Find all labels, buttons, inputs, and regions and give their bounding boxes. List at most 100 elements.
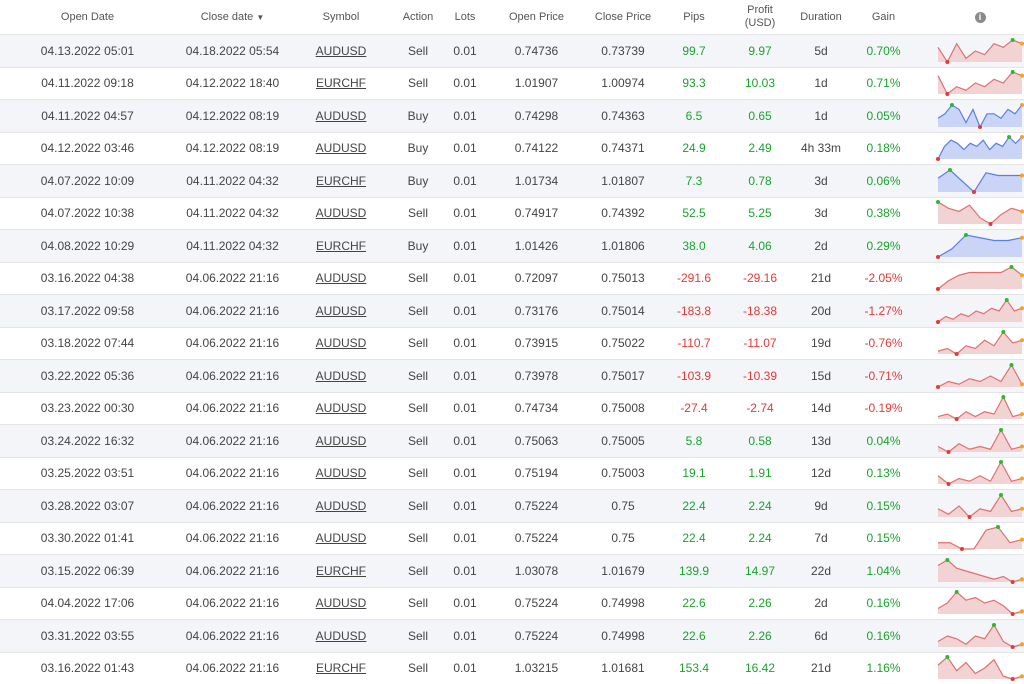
symbol-link[interactable]: EURCHF: [316, 76, 366, 90]
trade-sparkline: [936, 265, 1024, 291]
pips-cell: 22.6: [659, 587, 729, 620]
sparkline-last-marker: [1020, 306, 1024, 310]
sparkline-last-marker: [1020, 236, 1024, 240]
table-row[interactable]: 03.16.2022 04:3804.06.2022 21:16AUDUSDSe…: [0, 262, 1024, 295]
symbol-cell: AUDUSD: [290, 620, 392, 653]
profit-cell: 2.49: [729, 132, 791, 165]
sparkline-area: [938, 430, 1022, 452]
sparkline-last-marker: [1020, 477, 1024, 481]
duration-cell: 21d: [791, 652, 851, 684]
sparkline-last-marker: [1020, 642, 1024, 646]
trade-sparkline: [936, 200, 1024, 226]
info-icon[interactable]: i: [975, 12, 986, 23]
col-open-price[interactable]: Open Price: [486, 0, 587, 35]
symbol-link[interactable]: EURCHF: [316, 239, 366, 253]
sparkline-last-marker: [1020, 339, 1024, 343]
symbol-link[interactable]: AUDUSD: [316, 141, 367, 155]
sparkline-cell: [916, 262, 1024, 295]
sparkline-max-marker: [936, 200, 940, 204]
table-row[interactable]: 03.23.2022 00:3004.06.2022 21:16AUDUSDSe…: [0, 392, 1024, 425]
symbol-link[interactable]: AUDUSD: [316, 336, 367, 350]
table-row[interactable]: 03.22.2022 05:3604.06.2022 21:16AUDUSDSe…: [0, 360, 1024, 393]
table-row[interactable]: 04.04.2022 17:0604.06.2022 21:16AUDUSDSe…: [0, 587, 1024, 620]
close-date-cell: 04.06.2022 21:16: [175, 392, 290, 425]
table-row[interactable]: 04.12.2022 03:4604.12.2022 08:19AUDUSDBu…: [0, 132, 1024, 165]
open-date-cell: 04.11.2022 09:18: [0, 67, 175, 100]
pips-cell: 38.0: [659, 230, 729, 263]
open-price-cell: 0.73978: [486, 360, 587, 393]
symbol-link[interactable]: AUDUSD: [316, 304, 367, 318]
col-duration[interactable]: Duration: [791, 0, 851, 35]
symbol-link[interactable]: EURCHF: [316, 174, 366, 188]
pips-cell: 6.5: [659, 100, 729, 133]
table-row[interactable]: 03.18.2022 07:4404.06.2022 21:16AUDUSDSe…: [0, 327, 1024, 360]
open-price-cell: 1.03215: [486, 652, 587, 684]
table-row[interactable]: 03.16.2022 01:4304.06.2022 21:16EURCHFSe…: [0, 652, 1024, 684]
duration-cell: 15d: [791, 360, 851, 393]
symbol-link[interactable]: AUDUSD: [316, 401, 367, 415]
sparkline-last-marker: [1020, 173, 1024, 177]
action-cell: Sell: [392, 35, 444, 68]
col-pips[interactable]: Pips: [659, 0, 729, 35]
col-profit[interactable]: Profit(USD): [729, 0, 791, 35]
col-symbol[interactable]: Symbol: [290, 0, 392, 35]
table-row[interactable]: 04.07.2022 10:3804.11.2022 04:32AUDUSDSe…: [0, 197, 1024, 230]
profit-cell: 2.24: [729, 522, 791, 555]
symbol-link[interactable]: AUDUSD: [316, 271, 367, 285]
table-row[interactable]: 04.08.2022 10:2904.11.2022 04:32EURCHFBu…: [0, 230, 1024, 263]
table-row[interactable]: 03.31.2022 03:5504.06.2022 21:16AUDUSDSe…: [0, 620, 1024, 653]
sparkline-last-marker: [1020, 577, 1024, 581]
sparkline-area: [938, 170, 1022, 192]
symbol-link[interactable]: AUDUSD: [316, 499, 367, 513]
pips-cell: 5.8: [659, 425, 729, 458]
open-price-cell: 0.73176: [486, 295, 587, 328]
table-row[interactable]: 03.30.2022 01:4104.06.2022 21:16AUDUSDSe…: [0, 522, 1024, 555]
close-price-cell: 0.74998: [587, 620, 659, 653]
lots-cell: 0.01: [444, 100, 486, 133]
duration-cell: 5d: [791, 35, 851, 68]
table-row[interactable]: 04.07.2022 10:0904.11.2022 04:32EURCHFBu…: [0, 165, 1024, 198]
open-price-cell: 0.75194: [486, 457, 587, 490]
symbol-link[interactable]: AUDUSD: [316, 44, 367, 58]
symbol-link[interactable]: AUDUSD: [316, 629, 367, 643]
col-close-price[interactable]: Close Price: [587, 0, 659, 35]
table-row[interactable]: 03.15.2022 06:3904.06.2022 21:16EURCHFSe…: [0, 555, 1024, 588]
action-cell: Sell: [392, 327, 444, 360]
col-open-date[interactable]: Open Date: [0, 0, 175, 35]
gain-cell: 0.15%: [851, 522, 916, 555]
symbol-link[interactable]: AUDUSD: [316, 434, 367, 448]
symbol-link[interactable]: AUDUSD: [316, 109, 367, 123]
sparkline-area: [938, 202, 1022, 224]
open-date-cell: 04.11.2022 04:57: [0, 100, 175, 133]
table-row[interactable]: 03.24.2022 16:3204.06.2022 21:16AUDUSDSe…: [0, 425, 1024, 458]
symbol-link[interactable]: AUDUSD: [316, 596, 367, 610]
table-row[interactable]: 04.13.2022 05:0104.18.2022 05:54AUDUSDSe…: [0, 35, 1024, 68]
table-row[interactable]: 03.28.2022 03:0704.06.2022 21:16AUDUSDSe…: [0, 490, 1024, 523]
symbol-link[interactable]: AUDUSD: [316, 206, 367, 220]
action-cell: Buy: [392, 230, 444, 263]
symbol-link[interactable]: AUDUSD: [316, 466, 367, 480]
open-date-cell: 03.17.2022 09:58: [0, 295, 175, 328]
table-row[interactable]: 03.25.2022 03:5104.06.2022 21:16AUDUSDSe…: [0, 457, 1024, 490]
col-close-date[interactable]: Close date ▼: [175, 0, 290, 35]
close-date-cell: 04.06.2022 21:16: [175, 555, 290, 588]
table-row[interactable]: 04.11.2022 04:5704.12.2022 08:19AUDUSDBu…: [0, 100, 1024, 133]
trade-sparkline: [936, 135, 1024, 161]
open-date-cell: 03.24.2022 16:32: [0, 425, 175, 458]
sort-desc-icon[interactable]: ▼: [256, 13, 264, 22]
symbol-cell: EURCHF: [290, 165, 392, 198]
symbol-link[interactable]: EURCHF: [316, 564, 366, 578]
sparkline-min-marker: [989, 222, 993, 226]
symbol-link[interactable]: AUDUSD: [316, 369, 367, 383]
symbol-link[interactable]: AUDUSD: [316, 531, 367, 545]
table-row[interactable]: 03.17.2022 09:5804.06.2022 21:16AUDUSDSe…: [0, 295, 1024, 328]
open-date-cell: 03.18.2022 07:44: [0, 327, 175, 360]
col-lots[interactable]: Lots: [444, 0, 486, 35]
close-date-cell: 04.06.2022 21:16: [175, 522, 290, 555]
col-action[interactable]: Action: [392, 0, 444, 35]
sparkline-last-marker: [1020, 444, 1024, 448]
symbol-link[interactable]: EURCHF: [316, 661, 366, 675]
col-gain[interactable]: Gain: [851, 0, 916, 35]
gain-cell: 0.06%: [851, 165, 916, 198]
table-row[interactable]: 04.11.2022 09:1804.12.2022 18:40EURCHFSe…: [0, 67, 1024, 100]
